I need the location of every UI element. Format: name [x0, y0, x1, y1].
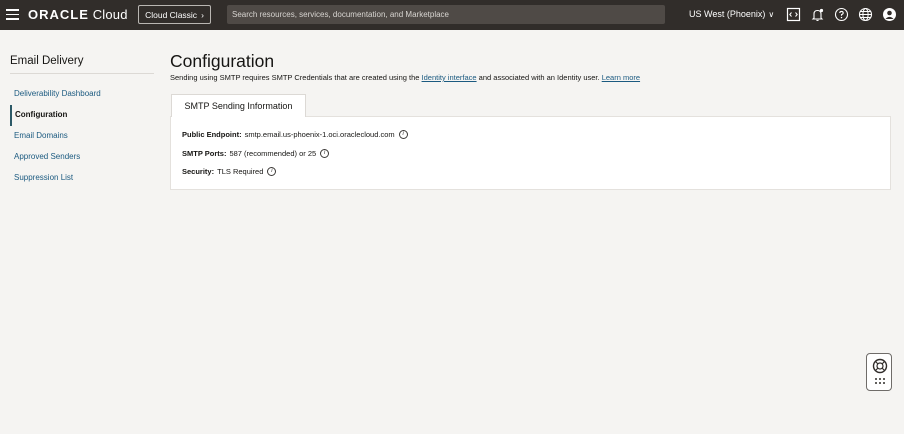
smtp-ports-row: SMTP Ports: 587 (recommended) or 25 i	[182, 149, 330, 158]
public-endpoint-label: Public Endpoint:	[182, 130, 242, 139]
sidebar-nav: Deliverability Dashboard Configuration E…	[10, 84, 154, 189]
cloud-classic-label: Cloud Classic	[145, 9, 198, 20]
smtp-ports-label: SMTP Ports:	[182, 149, 227, 158]
sidebar-item-approved-senders[interactable]: Approved Senders	[10, 147, 154, 168]
public-endpoint-value: smtp.email.us-phoenix-1.oci.oraclecloud.…	[244, 130, 395, 139]
smtp-info-panel: Public Endpoint: smtp.email.us-phoenix-1…	[170, 116, 891, 190]
bell-icon[interactable]	[810, 7, 825, 22]
menu-icon[interactable]	[6, 9, 19, 20]
info-icon[interactable]: i	[320, 149, 330, 158]
code-editor-icon[interactable]	[786, 7, 801, 22]
tab-smtp-sending-information[interactable]: SMTP Sending Information	[171, 94, 306, 117]
brand-oracle: ORACLE	[28, 7, 89, 22]
region-label: US West (Phoenix)	[689, 9, 766, 19]
page-title: Configuration	[170, 51, 275, 71]
sidebar-divider	[10, 73, 154, 74]
lifebuoy-icon	[872, 358, 888, 384]
sidebar-title: Email Delivery	[10, 55, 84, 67]
oracle-cloud-logo[interactable]: ORACLE Cloud	[28, 7, 128, 22]
sidebar-item-suppression-list[interactable]: Suppression List	[10, 168, 154, 189]
search-placeholder: Search resources, services, documentatio…	[232, 10, 449, 19]
learn-more-link[interactable]: Learn more	[602, 73, 640, 82]
info-icon[interactable]: i	[398, 130, 408, 139]
sidebar-item-email-domains[interactable]: Email Domains	[10, 126, 154, 147]
chevron-down-icon: ∨	[768, 10, 775, 19]
security-row: Security: TLS Required i	[182, 167, 277, 176]
page-description: Sending using SMTP requires SMTP Credent…	[170, 73, 640, 82]
help-icon[interactable]	[834, 7, 849, 22]
security-value: TLS Required	[217, 167, 264, 176]
search-input[interactable]: Search resources, services, documentatio…	[227, 5, 665, 24]
sidebar-item-deliverability-dashboard[interactable]: Deliverability Dashboard	[10, 84, 154, 105]
profile-icon[interactable]	[882, 7, 897, 22]
sidebar-item-configuration[interactable]: Configuration	[10, 105, 154, 126]
brand-cloud: Cloud	[92, 7, 128, 22]
region-selector[interactable]: US West (Phoenix) ∨	[689, 9, 774, 19]
chevron-right-icon: ›	[201, 9, 204, 20]
smtp-ports-value: 587 (recommended) or 25	[229, 149, 317, 158]
cloud-classic-button[interactable]: Cloud Classic ›	[138, 5, 211, 24]
public-endpoint-row: Public Endpoint: smtp.email.us-phoenix-1…	[182, 130, 408, 139]
top-navigation-bar: ORACLE Cloud Cloud Classic › Search reso…	[0, 0, 904, 30]
help-widget-button[interactable]	[866, 353, 892, 391]
description-suffix: and associated with an Identity user.	[478, 73, 600, 82]
security-label: Security:	[182, 167, 215, 176]
identity-interface-link[interactable]: Identity interface	[422, 73, 477, 82]
globe-icon[interactable]	[858, 7, 873, 22]
description-text: Sending using SMTP requires SMTP Credent…	[170, 73, 420, 82]
info-icon[interactable]: i	[267, 167, 277, 176]
